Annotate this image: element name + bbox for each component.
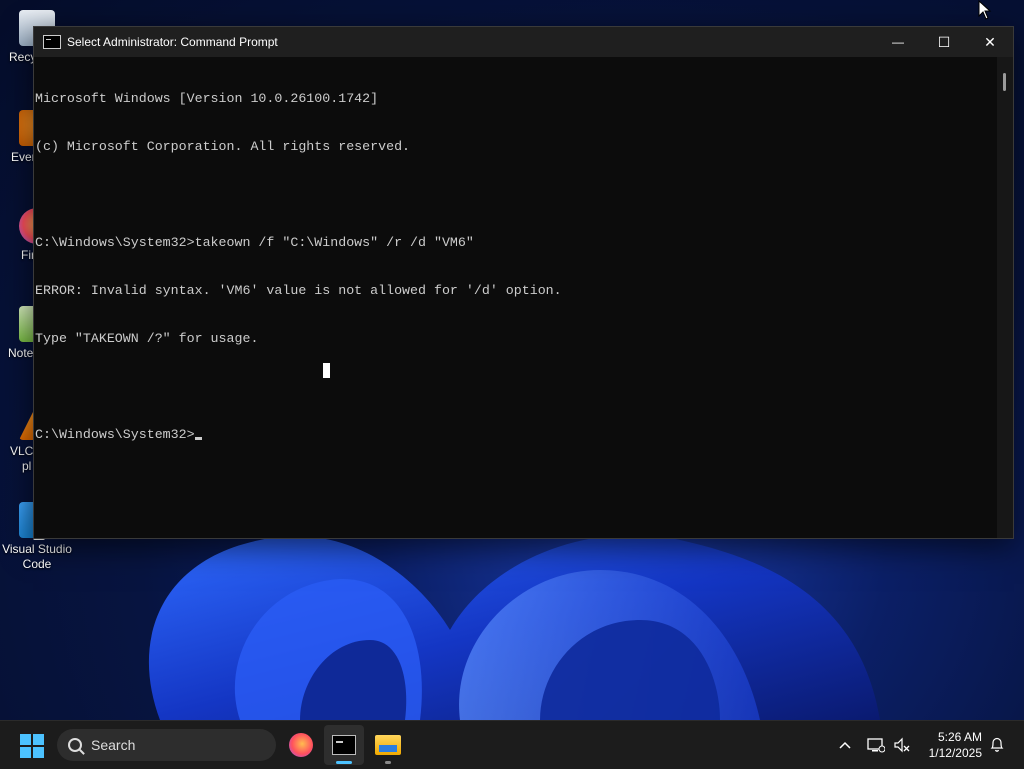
console-line: Type "TAKEOWN /?" for usage. xyxy=(35,331,259,346)
mouse-pointer-icon xyxy=(978,0,992,20)
network-button[interactable] xyxy=(864,721,888,769)
network-icon xyxy=(867,738,885,753)
close-button[interactable]: ✕ xyxy=(967,27,1013,57)
firefox-icon xyxy=(289,733,313,757)
i-beam-cursor xyxy=(323,363,330,378)
volume-button[interactable] xyxy=(890,721,914,769)
active-app-indicator xyxy=(336,761,352,764)
title-bar[interactable]: Select Administrator: Command Prompt — ☐… xyxy=(34,27,1013,57)
taskbar-file-explorer[interactable] xyxy=(368,725,408,765)
volume-muted-icon xyxy=(894,737,910,753)
windows-logo-icon xyxy=(20,734,31,745)
desktop-icon-sublabel: Code xyxy=(22,557,52,571)
console-prompt: C:\Windows\System32> xyxy=(35,427,195,442)
console-output[interactable]: Microsoft Windows [Version 10.0.26100.17… xyxy=(34,57,997,538)
maximize-button[interactable]: ☐ xyxy=(921,27,967,57)
clock-time: 5:26 AM xyxy=(937,730,982,744)
taskbar-search[interactable]: Search xyxy=(57,729,276,761)
start-button[interactable] xyxy=(20,734,44,758)
search-label: Search xyxy=(91,737,136,753)
console-line: ERROR: Invalid syntax. 'VM6' value is no… xyxy=(35,283,562,298)
command-prompt-icon xyxy=(332,735,356,755)
taskbar-clock[interactable]: 5:26 AM 1/12/2025 xyxy=(929,729,982,761)
console-line: (c) Microsoft Corporation. All rights re… xyxy=(35,139,411,154)
wallpaper-bloom xyxy=(148,534,881,720)
close-icon: ✕ xyxy=(984,33,996,50)
notifications-button[interactable] xyxy=(986,721,1008,769)
running-app-indicator xyxy=(385,761,391,764)
taskbar-command-prompt[interactable] xyxy=(324,725,364,765)
command-prompt-icon xyxy=(43,35,61,49)
console-prompt-line[interactable]: C:\Windows\System32> xyxy=(35,427,997,443)
file-explorer-icon xyxy=(375,735,401,755)
chevron-up-icon xyxy=(839,741,851,749)
command-prompt-window[interactable]: Select Administrator: Command Prompt — ☐… xyxy=(33,26,1014,539)
clock-date: 1/12/2025 xyxy=(928,746,982,760)
show-hidden-icons-button[interactable] xyxy=(834,721,856,769)
minimize-icon: — xyxy=(892,35,904,49)
desktop-icon-label: Visual Studio xyxy=(2,542,72,556)
console-line: Microsoft Windows [Version 10.0.26100.17… xyxy=(35,91,379,106)
window-title: Select Administrator: Command Prompt xyxy=(67,35,278,49)
taskbar-firefox[interactable] xyxy=(281,725,321,765)
bell-icon xyxy=(990,737,1004,752)
scrollbar-thumb[interactable] xyxy=(1003,73,1006,91)
maximize-icon: ☐ xyxy=(937,33,951,50)
vertical-scrollbar[interactable] xyxy=(997,57,1013,538)
text-caret xyxy=(194,437,202,440)
search-icon xyxy=(68,738,82,752)
minimize-button[interactable]: — xyxy=(875,27,921,57)
console-line: C:\Windows\System32>takeown /f "C:\Windo… xyxy=(35,235,474,250)
taskbar: Search 5:26 AM 1/12/2025 xyxy=(0,720,1024,769)
